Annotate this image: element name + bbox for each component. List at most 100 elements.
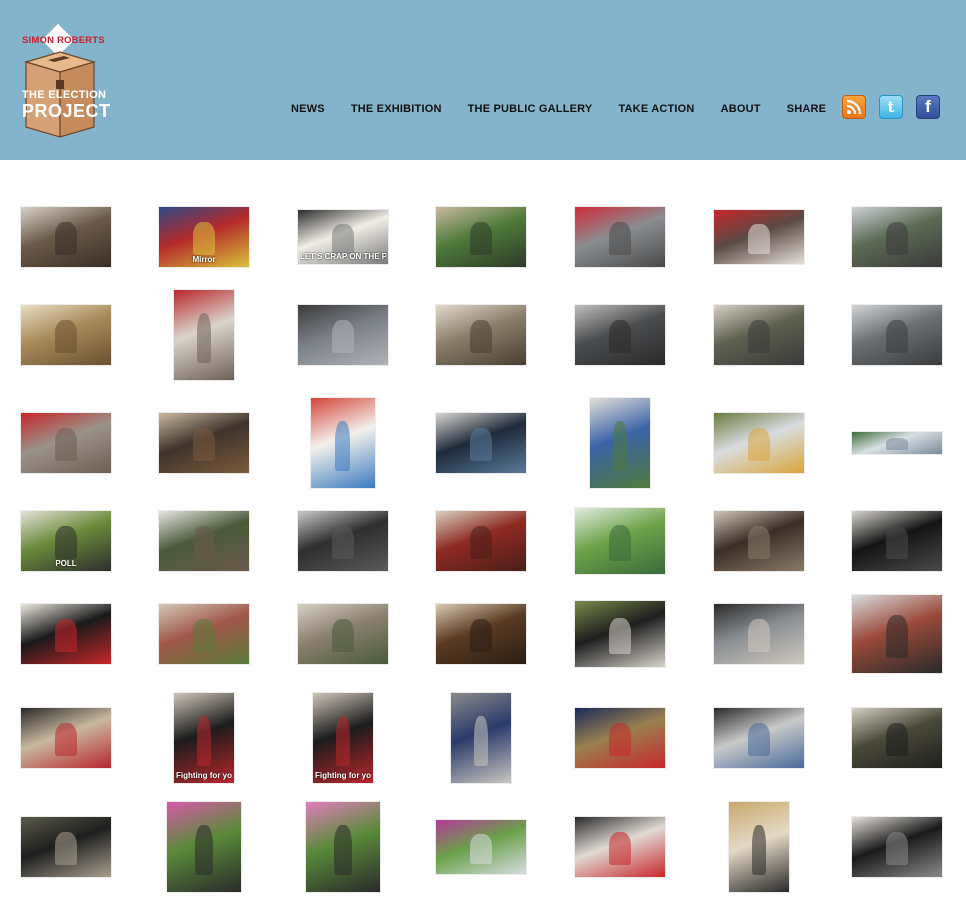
photo-detail xyxy=(193,619,215,652)
gallery-thumbnail[interactable] xyxy=(590,398,650,488)
gallery-thumbnail[interactable] xyxy=(852,511,942,571)
photo-detail xyxy=(55,222,77,255)
nav-news[interactable]: NEWS xyxy=(291,103,325,115)
photo-detail xyxy=(886,320,908,353)
gallery-thumbnail[interactable] xyxy=(729,802,789,892)
photo-detail xyxy=(886,222,908,255)
facebook-icon[interactable]: f xyxy=(916,95,940,119)
photo-caption-text: Fighting for you xyxy=(176,771,232,780)
gallery-thumbnail[interactable] xyxy=(852,595,942,673)
gallery-thumbnail[interactable] xyxy=(21,305,111,365)
photo-caption-text: Mirror xyxy=(192,255,216,264)
gallery-thumbnail[interactable] xyxy=(436,207,526,267)
gallery-thumbnail[interactable] xyxy=(167,802,241,892)
main-nav: NEWS THE EXHIBITION THE PUBLIC GALLERY T… xyxy=(291,101,852,117)
photo-gallery: Mirror LET'S CRAP ON THE POOR POLL Fighting… xyxy=(0,160,966,905)
gallery-thumbnail[interactable] xyxy=(159,604,249,664)
photo-detail xyxy=(55,723,77,756)
photo-detail xyxy=(332,526,354,559)
gallery-thumbnail[interactable] xyxy=(714,413,804,473)
photo-detail xyxy=(195,825,213,875)
gallery-thumbnail[interactable]: Fighting for you xyxy=(313,693,373,783)
photo-caption-text: LET'S CRAP ON THE POOR xyxy=(300,252,386,261)
photo-detail xyxy=(332,619,354,652)
gallery-thumbnail[interactable] xyxy=(21,207,111,267)
gallery-thumbnail[interactable] xyxy=(21,817,111,877)
gallery-thumbnail[interactable] xyxy=(852,432,942,454)
gallery-thumbnail[interactable] xyxy=(852,708,942,768)
photo-detail xyxy=(474,716,488,766)
photo-detail xyxy=(886,526,908,559)
gallery-thumbnail[interactable] xyxy=(451,693,511,783)
gallery-thumbnail[interactable] xyxy=(575,508,665,574)
gallery-thumbnail[interactable] xyxy=(575,601,665,667)
photo-detail xyxy=(748,224,770,254)
photo-detail xyxy=(609,222,631,255)
gallery-thumbnail[interactable] xyxy=(436,820,526,874)
gallery-thumbnail[interactable] xyxy=(436,413,526,473)
gallery-thumbnail[interactable] xyxy=(714,511,804,571)
photo-detail xyxy=(55,428,77,461)
photo-detail xyxy=(197,716,211,766)
gallery-thumbnail[interactable] xyxy=(575,817,665,877)
gallery-thumbnail[interactable] xyxy=(21,604,111,664)
photo-detail xyxy=(748,526,770,559)
nav-the-exhibition[interactable]: THE EXHIBITION xyxy=(351,103,442,115)
photo-detail xyxy=(470,619,492,652)
gallery-thumbnail[interactable] xyxy=(298,604,388,664)
photo-detail xyxy=(886,615,908,658)
gallery-thumbnail[interactable]: Fighting for you xyxy=(174,693,234,783)
gallery-thumbnail[interactable] xyxy=(306,802,380,892)
photo-detail xyxy=(609,723,631,756)
photo-detail xyxy=(748,320,770,353)
gallery-thumbnail[interactable] xyxy=(436,305,526,365)
photo-detail xyxy=(335,421,350,471)
photo-caption-text: Fighting for you xyxy=(315,771,371,780)
gallery-thumbnail[interactable] xyxy=(575,207,665,267)
gallery-thumbnail[interactable] xyxy=(714,708,804,768)
gallery-thumbnail[interactable] xyxy=(436,511,526,571)
twitter-icon[interactable]: t xyxy=(879,95,903,119)
photo-detail xyxy=(470,834,492,864)
gallery-thumbnail[interactable]: Mirror xyxy=(159,207,249,267)
gallery-thumbnail[interactable] xyxy=(575,305,665,365)
gallery-thumbnail[interactable] xyxy=(298,305,388,365)
photo-detail xyxy=(609,320,631,353)
gallery-thumbnail[interactable] xyxy=(21,708,111,768)
gallery-thumbnail[interactable] xyxy=(174,290,234,380)
gallery-thumbnail[interactable] xyxy=(21,413,111,473)
photo-detail xyxy=(609,618,631,654)
gallery-thumbnail[interactable] xyxy=(714,210,804,264)
gallery-thumbnail[interactable] xyxy=(714,305,804,365)
photo-caption-text: POLL xyxy=(55,559,77,568)
gallery-thumbnail[interactable]: LET'S CRAP ON THE POOR xyxy=(298,210,388,264)
gallery-thumbnail[interactable] xyxy=(852,305,942,365)
logo-line2: PROJECT xyxy=(22,101,111,121)
photo-detail xyxy=(55,320,77,353)
site-header: SIMON ROBERTS THE ELECTION PROJECT NEWS … xyxy=(0,0,966,160)
photo-detail xyxy=(334,825,352,875)
photo-detail xyxy=(336,716,350,766)
gallery-thumbnail[interactable] xyxy=(159,511,249,571)
gallery-thumbnail[interactable] xyxy=(298,511,388,571)
photo-detail xyxy=(55,619,77,652)
photo-detail xyxy=(886,832,908,865)
nav-take-action[interactable]: TAKE ACTION xyxy=(618,103,694,115)
gallery-thumbnail[interactable] xyxy=(159,413,249,473)
nav-about[interactable]: ABOUT xyxy=(721,103,761,115)
gallery-thumbnail[interactable] xyxy=(575,708,665,768)
photo-detail xyxy=(55,526,77,559)
rss-icon[interactable] xyxy=(842,95,866,119)
gallery-thumbnail[interactable] xyxy=(852,207,942,267)
photo-detail xyxy=(609,832,631,865)
gallery-thumbnail[interactable]: POLL xyxy=(21,511,111,571)
nav-the-public-gallery[interactable]: THE PUBLIC GALLERY xyxy=(468,103,593,115)
gallery-thumbnail[interactable] xyxy=(436,604,526,664)
gallery-thumbnail[interactable] xyxy=(311,398,375,488)
election-project-logo[interactable]: SIMON ROBERTS THE ELECTION PROJECT xyxy=(20,22,111,142)
nav-share[interactable]: SHARE xyxy=(787,103,827,115)
photo-detail xyxy=(55,832,77,865)
gallery-thumbnail[interactable] xyxy=(852,817,942,877)
photo-detail xyxy=(470,222,492,255)
gallery-thumbnail[interactable] xyxy=(714,604,804,664)
